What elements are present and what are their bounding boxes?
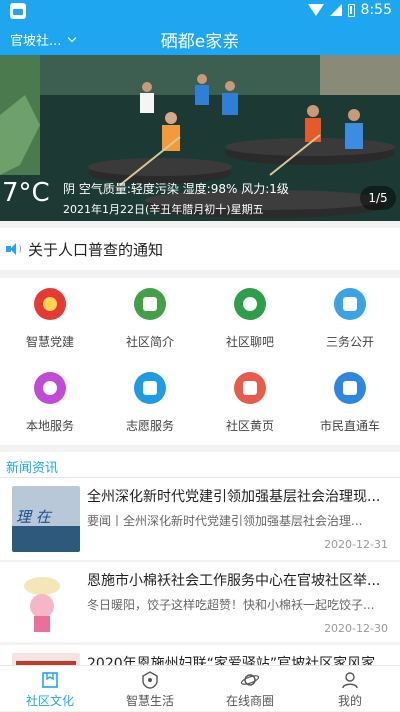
svg-text:理 在: 理 在 <box>16 508 53 526</box>
carousel-page-indicator: 1/5 <box>360 186 396 210</box>
shield-icon <box>142 671 158 689</box>
tab-smart-life[interactable]: 智慧生活 <box>100 666 200 712</box>
grid-item-label: 志愿服务 <box>125 419 174 433</box>
calendar-icon <box>334 288 366 320</box>
news-title: 2020年恩施州妇联“家爱驿站”官坡社区家风家... <box>87 656 389 665</box>
wifi-icon <box>307 4 324 16</box>
bus-icon <box>334 372 366 404</box>
date-info: 2021年1月22日(辛丑年腊月初十)星期五 <box>63 203 264 216</box>
news-thumbnail <box>12 570 80 636</box>
news-section-header: 新闻资讯 <box>0 452 400 478</box>
phone-book-icon <box>234 372 266 404</box>
home-icon <box>134 288 166 320</box>
chat-icon <box>234 288 266 320</box>
anchor-icon <box>134 372 166 404</box>
hand-heart-icon <box>34 372 66 404</box>
news-date: 2020-12-30 <box>324 622 388 635</box>
grid-item-label: 三务公开 <box>325 335 374 349</box>
banner-carousel[interactable]: 7°C 阴 空气质量:轻度污染 湿度:98% 风力:1级 2021年1月22日(… <box>0 55 400 221</box>
news-summary: 冬日暖阳，饺子这样吃超赞！快和小棉袄一起吃饺子... <box>87 598 375 612</box>
grid-item-party[interactable]: 智慧党建 <box>0 278 100 358</box>
tab-mine[interactable]: 我的 <box>300 666 400 712</box>
bottom-tab-bar: 社区文化 智慧生活 在线商圈 我的 <box>0 665 400 711</box>
feature-grid: 智慧党建 社区简介 社区聊吧 三务公开 本地服务 志愿服务 社区黄页 市民直通车 <box>0 278 400 445</box>
tab-online-shops[interactable]: 在线商圈 <box>200 666 300 712</box>
temperature-text: 7°C <box>2 178 50 208</box>
news-date: 2020-12-31 <box>324 538 388 551</box>
grid-item-label: 智慧党建 <box>25 335 74 349</box>
grid-item-label: 社区简介 <box>125 335 174 349</box>
status-time: 8:55 <box>360 2 392 18</box>
user-icon <box>342 672 358 689</box>
grid-item-citizen-bus[interactable]: 市民直通车 <box>300 362 400 442</box>
grid-item-label: 社区黄页 <box>225 419 274 433</box>
tab-label: 我的 <box>337 694 362 708</box>
page-title: 硒都e家亲 <box>160 32 240 52</box>
grid-item-chat[interactable]: 社区聊吧 <box>200 278 300 358</box>
party-emblem-icon <box>34 288 66 320</box>
speaker-icon <box>6 242 21 256</box>
tab-label: 在线商圈 <box>225 694 274 708</box>
grid-item-intro[interactable]: 社区简介 <box>100 278 200 358</box>
news-title: 全州深化新时代党建引领加强基层社会治理现... <box>87 489 381 505</box>
grid-item-yellow-pages[interactable]: 社区黄页 <box>200 362 300 442</box>
book-icon <box>42 672 58 688</box>
tab-community-culture[interactable]: 社区文化 <box>0 666 100 712</box>
tab-label: 智慧生活 <box>125 694 174 708</box>
grid-item-label: 社区聊吧 <box>225 335 274 349</box>
status-bar: 8:55 <box>0 0 400 22</box>
battery-icon <box>347 3 355 17</box>
news-item[interactable]: 2020年恩施州妇联“家爱驿站”官坡社区家风家... <box>0 645 400 665</box>
signal-icon <box>329 4 342 16</box>
news-item[interactable]: 理 在 全州深化新时代党建引领加强基层社会治理现... 要闻丨全州深化新时代党建… <box>0 478 400 560</box>
grid-item-label: 市民直通车 <box>319 419 380 433</box>
news-section-title: 新闻资讯 <box>6 461 59 476</box>
weather-info: 阴 空气质量:轻度污染 湿度:98% 风力:1级 <box>63 182 289 196</box>
announcement-text: 关于人口普查的通知 <box>28 240 164 259</box>
news-thumbnail: 理 在 <box>12 486 80 552</box>
app-notification-icon <box>10 3 26 19</box>
grid-item-label: 本地服务 <box>25 419 74 433</box>
grid-item-public-affairs[interactable]: 三务公开 <box>300 278 400 358</box>
planet-icon <box>241 674 259 686</box>
grid-item-local-service[interactable]: 本地服务 <box>0 362 100 442</box>
tab-label: 社区文化 <box>25 694 74 708</box>
announcement-bar[interactable]: 关于人口普查的通知 <box>0 228 400 270</box>
app-header: 官坡社... 硒都e家亲 <box>0 22 400 55</box>
news-item[interactable]: 恩施市小棉袄社会工作服务中心在官坡社区举... 冬日暖阳，饺子这样吃超赞！快和小… <box>0 562 400 644</box>
news-thumbnail <box>12 653 80 665</box>
grid-item-volunteer[interactable]: 志愿服务 <box>100 362 200 442</box>
news-summary: 要闻丨全州深化新时代党建引领加强基层社会治理... <box>87 514 363 528</box>
news-title: 恩施市小棉袄社会工作服务中心在官坡社区举... <box>87 573 381 589</box>
